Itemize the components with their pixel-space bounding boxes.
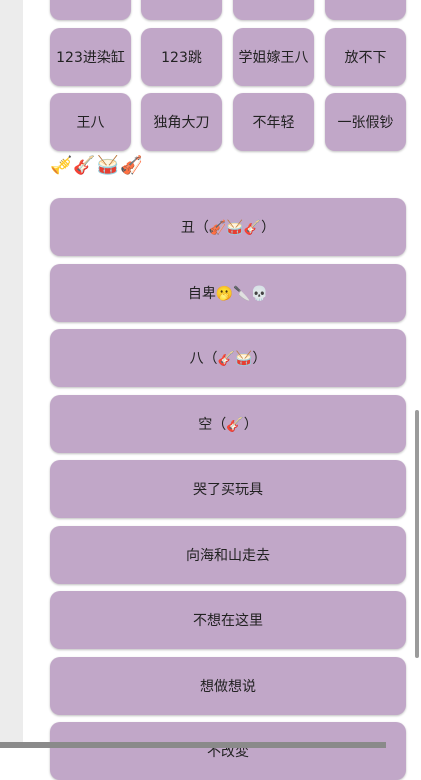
song-button[interactable]: 向海和山走去 [50,526,406,584]
song-tile[interactable] [141,0,222,20]
song-button[interactable]: 空（🎸） [50,395,406,453]
song-tile[interactable]: 123进染缸 [50,28,131,86]
song-button[interactable]: 哭了买玩具 [50,460,406,518]
vertical-scrollbar[interactable] [415,410,419,658]
song-tile[interactable]: 一张假钞 [325,93,406,151]
song-button[interactable]: 自卑🫢🔪💀 [50,264,406,322]
left-gutter [0,0,23,748]
song-tile[interactable]: 不年轻 [233,93,314,151]
song-tile[interactable]: 123跳 [141,28,222,86]
song-tile[interactable]: 学姐嫁王八 [233,28,314,86]
song-tile[interactable]: 放不下 [325,28,406,86]
song-tile[interactable] [50,0,131,20]
song-tile[interactable]: 王八 [50,93,131,151]
song-tile[interactable]: 独角大刀 [141,93,222,151]
song-tile[interactable] [233,0,314,20]
song-tile[interactable] [325,0,406,20]
instrument-emoji-row: 🎺🎸🥁🎻 [50,155,144,176]
song-button[interactable]: 丑（🎻🥁🎸） [50,198,406,256]
bottom-scroll-bar[interactable] [0,742,386,748]
song-button[interactable]: 不改変 [50,722,406,780]
song-button[interactable]: 不想在这里 [50,591,406,649]
song-button[interactable]: 想做想说 [50,657,406,715]
song-button[interactable]: 八（🎸🥁） [50,329,406,387]
